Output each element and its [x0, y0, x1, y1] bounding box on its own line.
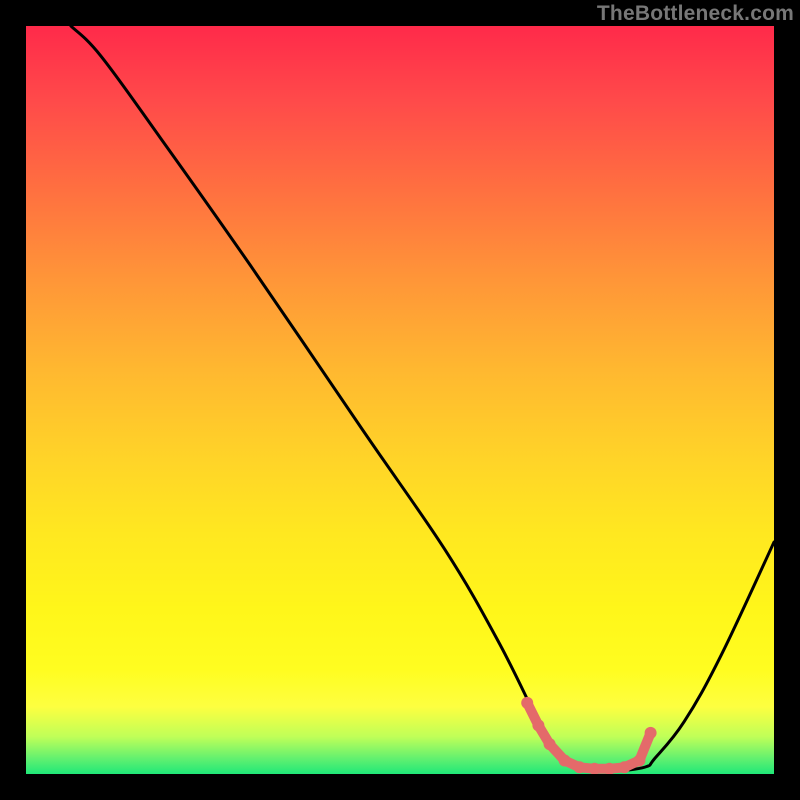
- optimal-range-markers: [521, 697, 656, 774]
- optimal-marker-dot: [574, 761, 586, 773]
- optimal-marker-dot: [532, 719, 544, 731]
- optimal-marker-dot: [559, 755, 571, 767]
- optimal-marker-dot: [544, 738, 556, 750]
- bottleneck-curve: [71, 26, 774, 771]
- optimal-marker-dot: [633, 755, 645, 767]
- optimal-marker-dot: [645, 727, 657, 739]
- chart-svg: [26, 26, 774, 774]
- optimal-marker-dot: [521, 697, 533, 709]
- chart-frame: TheBottleneck.com: [0, 0, 800, 800]
- plot-area: [26, 26, 774, 774]
- watermark-text: TheBottleneck.com: [597, 2, 794, 26]
- optimal-marker-dot: [618, 761, 630, 773]
